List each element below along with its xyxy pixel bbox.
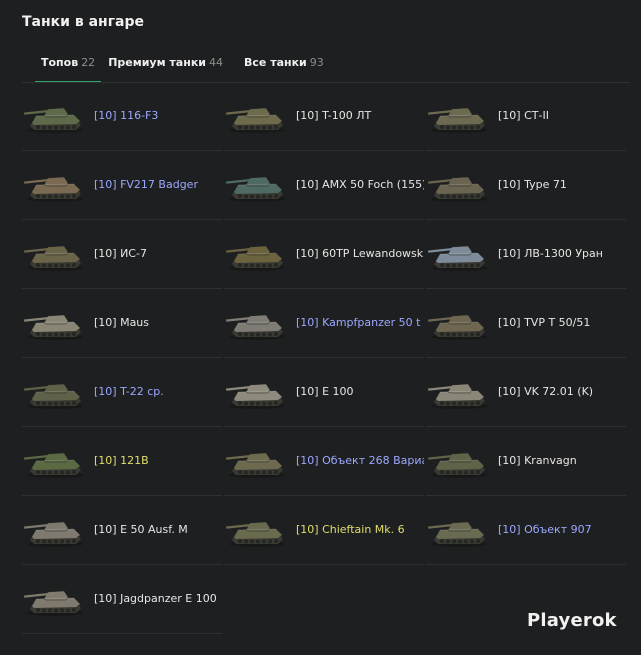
tank-name: [10] T-22 ср. [94,385,164,398]
tank-icon [24,590,83,616]
tank-name: [10] 60TP Lewandowski [296,247,424,260]
tank-name: [10] Maus [94,316,150,329]
tab-count: 22 [81,56,96,69]
tank-name: [10] Kranvagn [498,454,577,467]
tab-premium[interactable]: Премиум танки 44 [108,56,223,83]
page-title: Танки в ангаре [22,14,144,30]
tank-card[interactable]: [10] 60TP Lewandowski [224,220,424,289]
tank-icon [24,314,83,340]
tank-card[interactable]: [10] ИС-7 [22,220,222,289]
tank-name: [10] ЛВ-1300 Уран [498,247,603,260]
tank-name: [10] 121B [94,454,149,467]
tank-card[interactable]: [10] Chieftain Mk. 6 [224,496,424,565]
tank-icon [428,383,487,409]
tab-all[interactable]: Все танки 93 [244,56,324,83]
tank-name: [10] Объект 907 [498,523,592,536]
watermark-logo: Playerok [527,610,617,631]
tank-card[interactable]: [10] Type 71 [426,151,626,220]
tank-icon [226,245,285,271]
tab-bar: Топов 22 Премиум танки 44 Все танки 93 [22,56,630,83]
tank-name: [10] Jagdpanzer E 100 [94,592,217,605]
tank-icon [24,383,83,409]
tank-card[interactable]: [10] 121B [22,427,222,496]
tank-name: [10] T-100 ЛТ [296,109,372,122]
tank-icon [226,452,285,478]
tank-card[interactable]: [10] E 50 Ausf. M [22,496,222,565]
tank-name: [10] FV217 Badger [94,178,198,191]
tank-icon [428,107,487,133]
tank-name: [10] AMX 50 Foch (155) [296,178,424,191]
tab-label: Премиум танки [108,56,206,69]
tank-card[interactable]: [10] Kampfpanzer 50 t [224,289,424,358]
tank-grid: [10] 116-F3 [10] T-100 ЛТ [10] СТ-II [10] F… [22,82,628,634]
tank-card[interactable]: [10] СТ-II [426,82,626,151]
tank-name: [10] 116-F3 [94,109,159,122]
tank-card[interactable]: [10] ЛВ-1300 Уран [426,220,626,289]
tank-card[interactable]: [10] T-100 ЛТ [224,82,424,151]
tank-name: [10] Объект 268 Вариант 4 [296,454,424,467]
tank-name: [10] Type 71 [498,178,567,191]
tab-label: Все танки [244,56,307,69]
tab-count: 44 [209,56,223,69]
tank-icon [226,107,285,133]
tank-card[interactable]: [10] Объект 268 Вариант 4 [224,427,424,496]
tank-icon [428,314,487,340]
tank-icon [24,452,83,478]
tank-card[interactable]: [10] VK 72.01 (K) [426,358,626,427]
tank-name: [10] TVP T 50/51 [498,316,591,329]
tab-tops[interactable]: Топов 22 [34,56,102,83]
tank-icon [226,314,285,340]
tank-card[interactable]: [10] Kranvagn [426,427,626,496]
tank-card[interactable]: [10] Maus [22,289,222,358]
tank-name: [10] E 50 Ausf. M [94,523,188,536]
tank-icon [24,245,83,271]
tank-icon [24,107,83,133]
tank-name: [10] VK 72.01 (K) [498,385,594,398]
tank-card[interactable]: [10] Jagdpanzer E 100 [22,565,222,634]
tank-icon [428,521,487,547]
tank-icon [428,452,487,478]
tank-card[interactable]: [10] FV217 Badger [22,151,222,220]
tank-name: [10] E 100 [296,385,354,398]
tank-card[interactable]: [10] T-22 ср. [22,358,222,427]
tank-card[interactable]: [10] TVP T 50/51 [426,289,626,358]
tank-card[interactable]: [10] 116-F3 [22,82,222,151]
tank-card[interactable]: [10] AMX 50 Foch (155) [224,151,424,220]
tank-name: [10] Kampfpanzer 50 t [296,316,421,329]
tank-icon [226,383,285,409]
tank-name: [10] Chieftain Mk. 6 [296,523,405,536]
tank-name: [10] СТ-II [498,109,549,122]
tank-card[interactable]: [10] Объект 907 [426,496,626,565]
tank-icon [428,176,487,202]
tank-icon [428,245,487,271]
tab-label: Топов [41,56,79,69]
tank-icon [226,176,285,202]
tank-icon [24,521,83,547]
tab-count: 93 [309,56,324,69]
tank-name: [10] ИС-7 [94,247,147,260]
tank-icon [226,521,285,547]
tank-icon [24,176,83,202]
tank-card[interactable]: [10] E 100 [224,358,424,427]
